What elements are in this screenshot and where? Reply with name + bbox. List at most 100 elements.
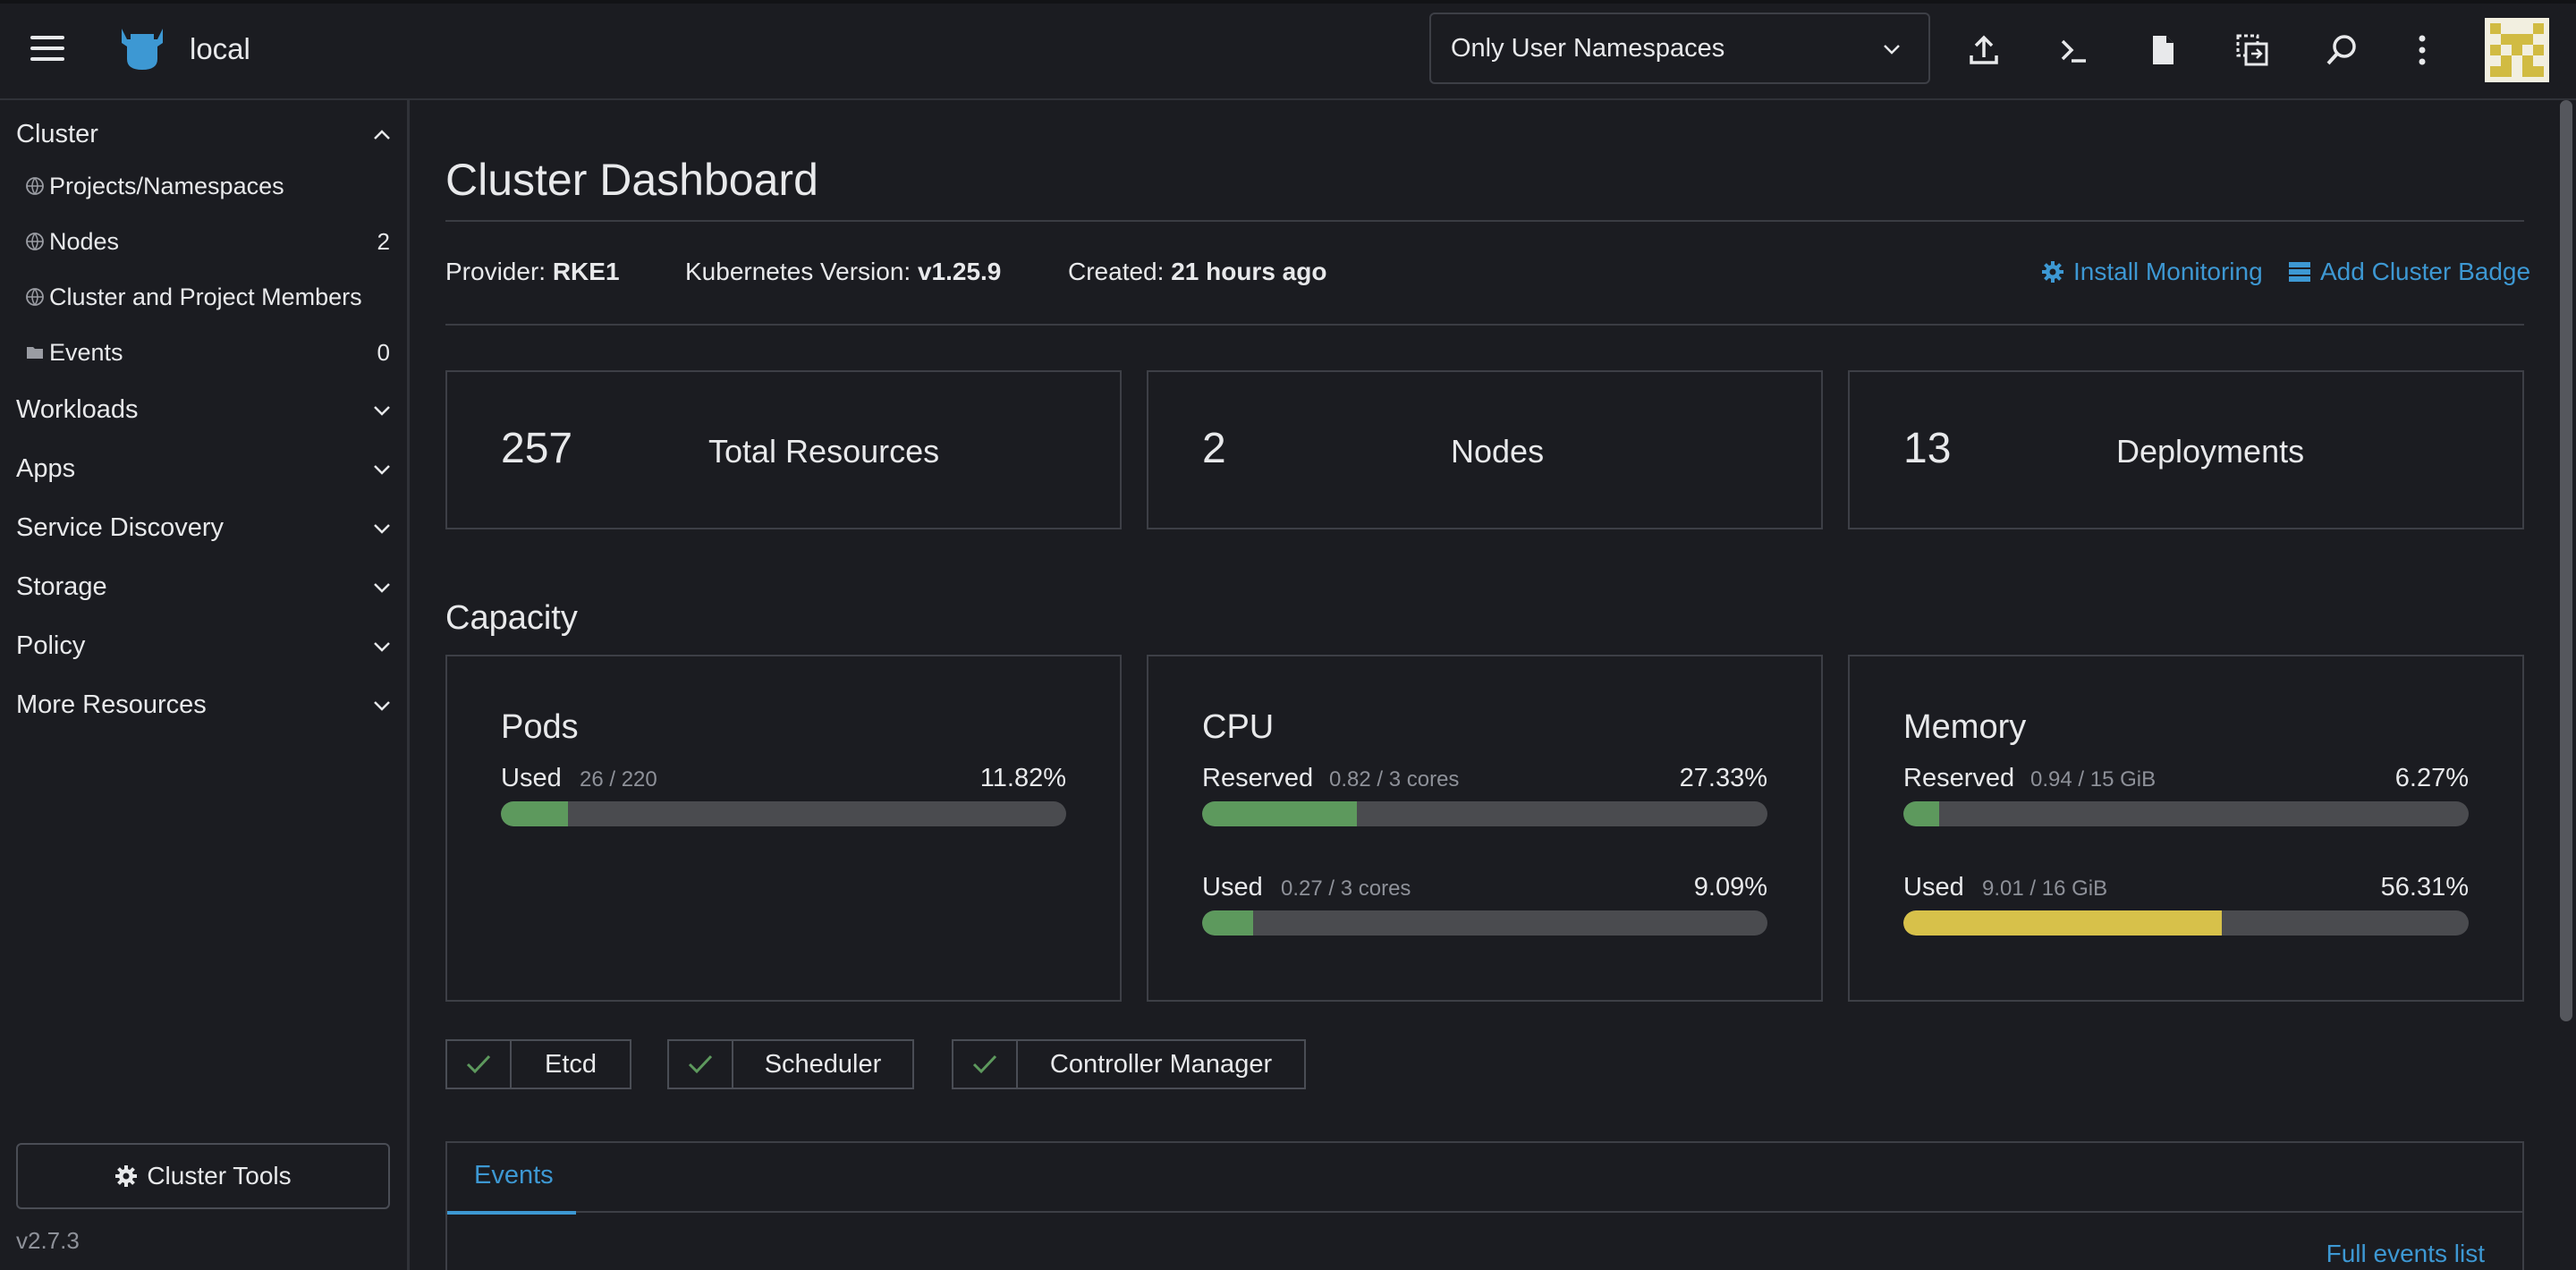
nav-group-storage[interactable]: Storage (0, 558, 410, 617)
check-icon-wrapper (953, 1041, 1018, 1088)
search-icon[interactable] (2324, 32, 2360, 68)
sidebar-item-nodes[interactable]: Nodes 2 (0, 216, 410, 269)
sidebar-item-label: Nodes (49, 228, 120, 255)
install-monitoring-link[interactable]: Install Monitoring (2041, 258, 2263, 286)
gauge-fill (1202, 910, 1254, 936)
chevron-down-icon (374, 642, 390, 652)
gauge-detail: 0.82 / 3 cores (1329, 767, 1460, 792)
stat-value: 257 (501, 425, 573, 472)
top-strip (0, 0, 2576, 4)
check-icon (466, 1054, 491, 1074)
stat-total-resources[interactable]: 257 Total Resources (445, 370, 1122, 529)
tab-label: Events (474, 1161, 554, 1190)
menu-icon[interactable] (30, 36, 64, 63)
nav-group-more-resources[interactable]: More Resources (0, 676, 410, 735)
memory-reserved-gauge: Reserved 0.94 / 15 GiB 6.27% (1903, 764, 2469, 844)
nav-group-cluster[interactable]: Cluster (0, 106, 410, 165)
copy-kubeconfig-icon[interactable] (2234, 32, 2270, 68)
check-icon-wrapper (669, 1041, 733, 1088)
add-cluster-badge-label: Add Cluster Badge (2320, 258, 2531, 285)
cluster-name: local (190, 32, 250, 65)
health-scheduler: Scheduler (667, 1039, 914, 1089)
capacity-pods-card: Pods Used 26 / 220 11.82% (445, 655, 1122, 1002)
app-version: v2.7.3 (16, 1227, 80, 1254)
page-title: Cluster Dashboard (445, 155, 818, 205)
gauge-track (501, 801, 1066, 826)
gauge-track (1202, 801, 1767, 826)
capacity-memory-card: Memory Reserved 0.94 / 15 GiB 6.27% Used… (1848, 655, 2524, 1002)
sidebar-item-events[interactable]: Events 0 (0, 326, 410, 380)
check-icon (972, 1054, 997, 1074)
capacity-cpu-card: CPU Reserved 0.82 / 3 cores 27.33% Used … (1147, 655, 1823, 1002)
gauge-track (1903, 910, 2469, 936)
chevron-up-icon (374, 130, 390, 140)
file-icon[interactable] (2145, 32, 2181, 68)
gauge-detail: 0.94 / 15 GiB (2030, 767, 2157, 792)
gauge-fill (1903, 801, 1939, 826)
folder-icon (27, 347, 43, 359)
gauge-percent: 11.82% (979, 764, 1066, 792)
sidebar-item-cluster-project-members[interactable]: Cluster and Project Members (0, 271, 410, 325)
nav-group-label: Storage (16, 572, 107, 601)
chevron-down-icon (374, 465, 390, 475)
gauge-label: Used (501, 764, 562, 792)
stat-label: Nodes (1451, 433, 1545, 470)
check-icon-wrapper (447, 1041, 512, 1088)
sidebar-item-label: Cluster and Project Members (49, 284, 362, 310)
title-divider (445, 220, 2524, 222)
user-avatar[interactable] (2485, 18, 2549, 82)
health-controller-manager: Controller Manager (952, 1039, 1306, 1089)
page-scrollbar[interactable] (2560, 100, 2572, 1021)
gauge-percent: 56.31% (2380, 873, 2469, 902)
created-meta: Created: 21 hours ago (1068, 258, 1326, 286)
events-tab-bar: Events (447, 1143, 2522, 1215)
gear-icon (115, 1165, 138, 1187)
nav-group-workloads[interactable]: Workloads (0, 381, 410, 440)
full-events-list-link[interactable]: Full events list (2326, 1240, 2485, 1268)
health-etcd: Etcd (445, 1039, 631, 1089)
tab-events[interactable]: Events (447, 1143, 576, 1215)
shell-icon[interactable] (2055, 32, 2091, 68)
stat-nodes[interactable]: 2 Nodes (1147, 370, 1823, 529)
k8s-version-value: v1.25.9 (917, 258, 1002, 285)
k8s-version-meta: Kubernetes Version: v1.25.9 (685, 258, 1001, 286)
chevron-down-icon (374, 524, 390, 534)
sidebar-item-projects-namespaces[interactable]: Projects/Namespaces (0, 160, 410, 214)
gauge-fill (501, 801, 568, 826)
install-monitoring-label: Install Monitoring (2073, 258, 2263, 285)
upload-icon[interactable] (1966, 32, 2002, 68)
nav-group-apps[interactable]: Apps (0, 440, 410, 499)
stat-deployments[interactable]: 13 Deployments (1848, 370, 2524, 529)
active-tab-indicator (447, 1211, 576, 1215)
sidebar-item-count: 0 (377, 339, 390, 366)
cluster-tools-label: Cluster Tools (147, 1162, 292, 1190)
more-vert-icon[interactable] (2404, 32, 2440, 68)
provider-meta: Provider: RKE1 (445, 258, 620, 286)
gear-icon (2042, 261, 2063, 283)
meta-divider (445, 324, 2524, 326)
chevron-down-icon (374, 406, 390, 416)
gauge-fill (1202, 801, 1357, 826)
cpu-used-gauge: Used 0.27 / 3 cores 9.09% (1202, 873, 1767, 953)
gauge-label: Reserved (1202, 764, 1314, 792)
namespace-filter-value: Only User Namespaces (1451, 33, 1725, 63)
events-panel: Events Full events list (445, 1141, 2524, 1270)
gauge-label: Used (1903, 873, 1964, 902)
add-cluster-badge-link[interactable]: Add Cluster Badge (2288, 258, 2530, 286)
stat-label: Deployments (2116, 433, 2305, 470)
nav-group-policy[interactable]: Policy (0, 617, 410, 676)
sidebar-item-label: Projects/Namespaces (49, 173, 284, 199)
capacity-title: Capacity (445, 599, 578, 637)
nav-group-service-discovery[interactable]: Service Discovery (0, 499, 410, 558)
sidebar-item-count: 2 (377, 228, 390, 255)
gauge-percent: 27.33% (1679, 764, 1767, 792)
server-icon (2289, 262, 2310, 282)
health-name: Etcd (544, 1049, 597, 1079)
provider-value: RKE1 (552, 258, 620, 285)
stat-value: 2 (1202, 425, 1226, 472)
cluster-tools-button[interactable]: Cluster Tools (16, 1143, 390, 1209)
gauge-label: Used (1202, 873, 1263, 902)
gauge-percent: 6.27% (2394, 764, 2469, 792)
namespace-filter-select[interactable]: Only User Namespaces (1429, 13, 1930, 84)
gauge-detail: 9.01 / 16 GiB (1982, 876, 2108, 901)
